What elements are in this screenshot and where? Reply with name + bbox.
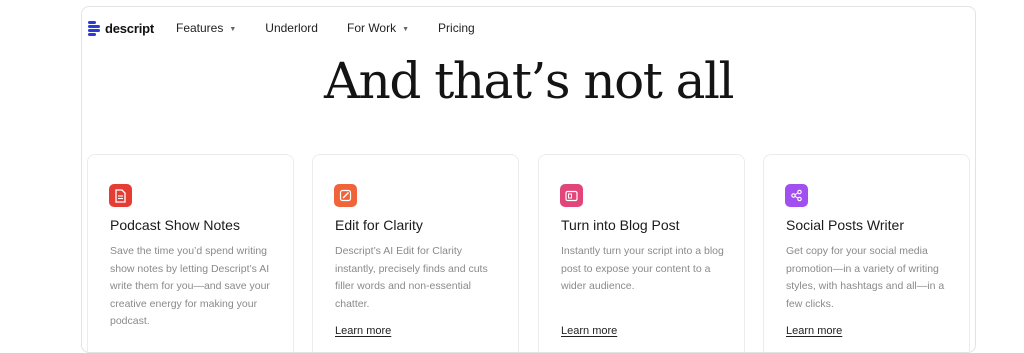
descript-logo-icon bbox=[88, 21, 100, 36]
nav-item-label: Pricing bbox=[438, 21, 475, 35]
feature-card-edit-for-clarity: Edit for Clarity Descript’s AI Edit for … bbox=[312, 154, 519, 352]
pencil-icon bbox=[334, 184, 357, 207]
logo-text: descript bbox=[105, 20, 154, 36]
card-title: Edit for Clarity bbox=[335, 217, 423, 233]
blog-post-icon bbox=[560, 184, 583, 207]
nav-item-underlord[interactable]: Underlord bbox=[265, 21, 318, 35]
page-frame: descript Features ▼ Underlord For Work ▼… bbox=[81, 6, 976, 353]
nav-item-label: Features bbox=[175, 21, 224, 35]
card-description: Descript’s AI Edit for Clarity instantly… bbox=[335, 245, 488, 310]
card-title: Turn into Blog Post bbox=[561, 217, 680, 233]
nav-item-pricing[interactable]: Pricing bbox=[438, 21, 475, 35]
learn-more-link[interactable]: Learn more bbox=[335, 325, 391, 337]
chevron-down-icon: ▼ bbox=[229, 25, 237, 33]
share-icon bbox=[785, 184, 808, 207]
feature-card-podcast-show-notes: Podcast Show Notes Save the time you’d s… bbox=[87, 154, 294, 352]
learn-more-link[interactable]: Learn more bbox=[786, 325, 842, 337]
nav-item-label: Underlord bbox=[265, 21, 318, 35]
document-icon bbox=[109, 184, 132, 207]
nav-item-features[interactable]: Features ▼ bbox=[176, 21, 236, 35]
card-title: Podcast Show Notes bbox=[110, 217, 240, 233]
nav-item-label: For Work bbox=[346, 21, 397, 35]
chevron-down-icon: ▼ bbox=[402, 25, 410, 33]
nav-item-for-work[interactable]: For Work ▼ bbox=[347, 21, 409, 35]
card-description: Save the time you’d spend writing show n… bbox=[110, 245, 270, 327]
card-title: Social Posts Writer bbox=[786, 217, 904, 233]
top-nav: descript Features ▼ Underlord For Work ▼… bbox=[82, 7, 975, 49]
page-headline: And that’s not all bbox=[324, 52, 734, 110]
card-description: Get copy for your social media promotion… bbox=[786, 245, 945, 310]
feature-card-turn-into-blog-post: Turn into Blog Post Instantly turn your … bbox=[538, 154, 745, 352]
feature-card-social-posts-writer: Social Posts Writer Get copy for your so… bbox=[763, 154, 970, 352]
descript-logo[interactable]: descript bbox=[88, 21, 154, 36]
learn-more-link[interactable]: Learn more bbox=[561, 325, 617, 337]
card-description: Instantly turn your script into a blog p… bbox=[561, 245, 724, 292]
